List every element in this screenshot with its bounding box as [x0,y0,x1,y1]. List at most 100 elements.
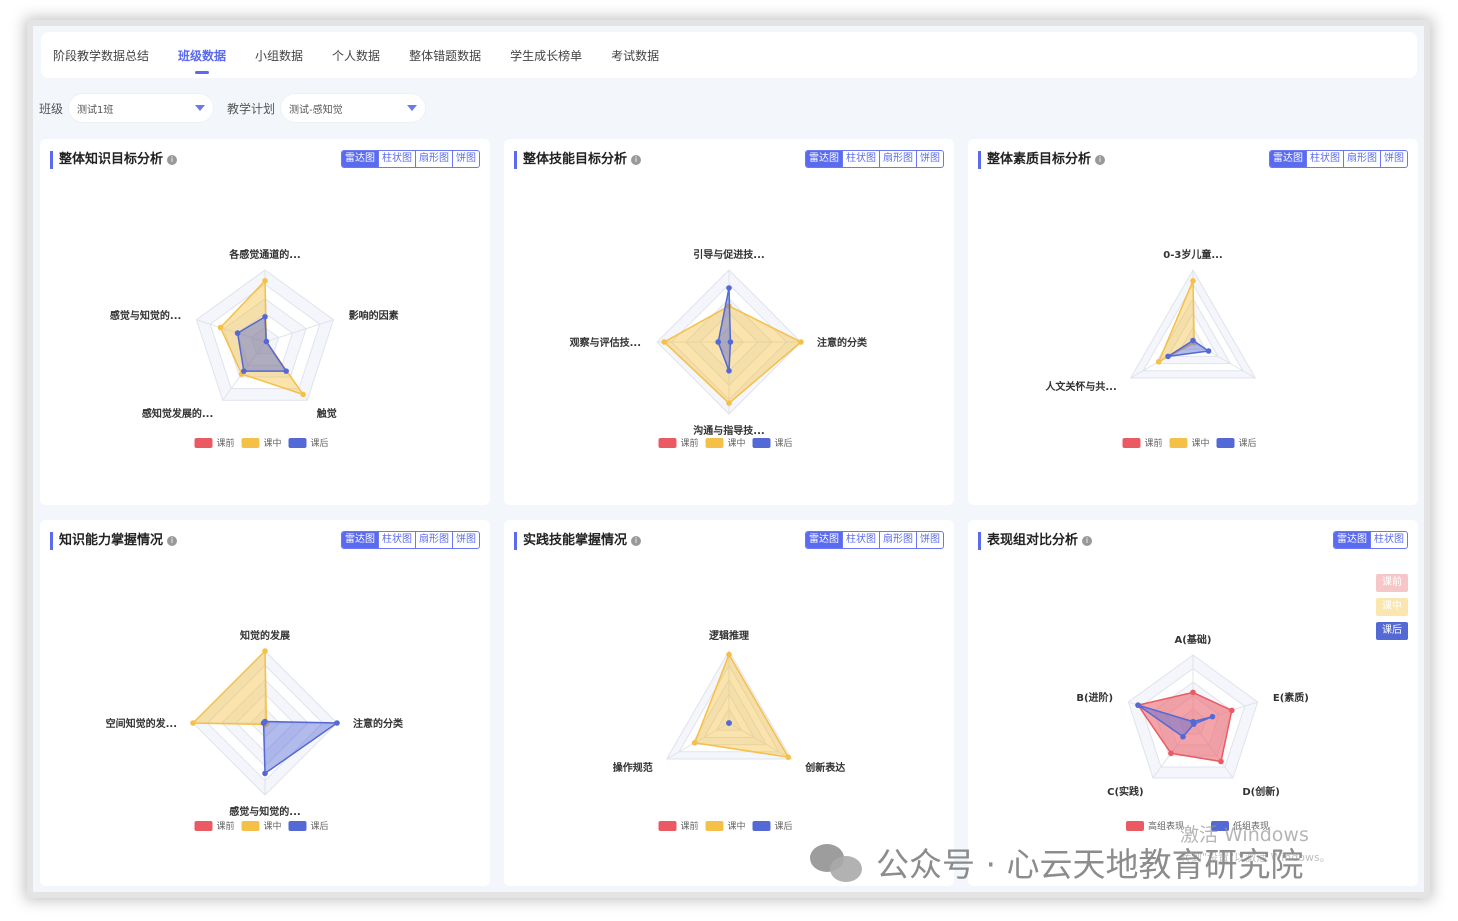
radar-data-point [241,368,247,374]
radar-data-point [1229,707,1235,714]
radar-data-point [785,754,792,760]
radar-data-point [1218,758,1224,765]
phase-toggle-legend: 课前 课中 课后 [1376,574,1408,640]
legend-label: 课中 [728,820,746,832]
tab-2[interactable]: 小组数据 [255,47,303,64]
radar-indicator-label: 触觉 [316,407,337,420]
tab-1[interactable]: 班级数据 [178,47,226,64]
radar-indicator-label: D(创新) [1242,785,1279,798]
radar-indicator-label: 0-3岁儿童... [1163,248,1222,261]
filter-bar: 班级 测试1班 教学计划 测试-感知觉 [39,94,439,122]
plan-select[interactable]: 测试-感知觉 [281,94,426,122]
wechat-icon [810,840,864,884]
radar-indicator-label: 引导与促进技... [693,248,764,261]
legend-swatch [241,821,260,831]
radar-indicator-label: A(基础) [1175,633,1212,646]
legend-swatch [194,438,213,448]
radar-data-point [1155,359,1162,365]
radar-series-area [191,649,268,726]
radar-indicator-label: 沟通与指导技... [693,424,764,437]
radar-data-point [262,278,268,284]
legend-label: 课后 [311,438,329,449]
radar-indicator-label: 感觉与知觉的... [110,309,181,322]
tab-4[interactable]: 整体错题数据 [409,47,481,64]
radar-data-point [1190,721,1197,727]
radar-data-point [798,339,804,345]
radar-data-point [300,391,306,398]
radar-indicator-label: 感觉与知觉的... [229,805,300,818]
radar-data-point [1190,278,1196,284]
radar-chart: 0-3岁儿童... 人文关怀与共... 课前 课中 课后 [1045,248,1257,449]
radar-data-point [190,720,196,726]
radar-indicator-label: 逻辑推理 [709,629,749,642]
radar-data-point [661,339,667,345]
radar-data-point [260,720,267,726]
legend-label: 课前 [217,820,235,832]
radar-data-point [726,285,732,291]
legend-label: 高组表现 [1148,820,1184,832]
legend-label: 课后 [1239,438,1257,449]
legend-swatch [288,438,307,448]
radar-data-point [234,330,241,336]
radar-data-point [1168,750,1174,757]
radar-indicator-label: E(素质) [1273,691,1309,704]
plan-select-value: 测试-感知觉 [289,104,343,116]
tab-3[interactable]: 个人数据 [332,47,380,64]
legend-label: 课中 [264,437,282,449]
radar-chart: 逻辑推理创新表达 操作规范课前 课中 课后 [613,629,845,832]
legend-swatch [241,438,260,448]
radar-data-point [262,648,268,654]
radar-data-point [1135,702,1141,708]
chart-card-1: 整体技能目标分析 i 雷达图 柱状图 扇形图 饼图 引导与促进技... 注意的分类 沟通与指导技… [504,139,954,505]
radar-indicator-label: B(进阶) [1076,691,1113,704]
legend-label: 课后 [775,438,793,449]
class-select-value: 测试1班 [77,104,114,116]
radar-indicator-label: 观察与评估技... [570,336,641,349]
radar-data-point [1190,689,1196,696]
plan-label: 教学计划 [227,101,276,116]
tab-0[interactable]: 阶段教学数据总结 [53,47,149,64]
chart-card-0: 整体知识目标分析 i 雷达图 柱状图 扇形图 饼图 各感觉通道的... 影响的因素 触觉 感知觉发… [40,139,490,505]
radar-data-point [691,740,698,746]
top-tab-bar: 阶段教学数据总结 班级数据 小组数据 个人数据 整体错题数据 学生成长榜单 考试数据 [41,32,1417,78]
radar-chart: 知觉的发展注意的分类感觉与知觉的... 空间知觉的发... 课前 课中 课后 [106,629,403,832]
tab-6[interactable]: 考试数据 [611,47,659,64]
radar-data-point [334,720,340,726]
radar-data-point [1205,348,1212,354]
radar-chart: 引导与促进技... 注意的分类沟通与指导技... 观察与评估技... 课前 课中 课后 [570,248,867,449]
radar-indicator-label: 各感觉通道的... [228,248,300,261]
legend-swatch [194,821,213,831]
caret-down-icon [195,105,206,111]
caret-down-icon [407,105,418,111]
radar-indicator-label: 影响的因素 [349,309,399,322]
class-label: 班级 [39,101,64,116]
class-select[interactable]: 测试1班 [69,94,214,122]
radar-data-point [715,339,721,345]
radar-indicator-label: C(实践) [1107,785,1143,798]
legend-label: 课后 [775,821,793,832]
radar-data-point [727,339,734,345]
radar-data-point [263,338,270,345]
activate-title: 激活 Windows [1180,824,1309,846]
activate-windows-notice: 激活 Windows 转到"设置"以激活 Windows。 [1180,820,1331,865]
radar-data-point [1180,733,1186,740]
legend-swatch [752,438,771,448]
phase-toggle-1[interactable]: 课中 [1376,598,1408,616]
legend-label: 课前 [681,437,699,449]
chart-card-3: 知识能力掌握情况 i 雷达图 柱状图 扇形图 饼图 知觉的发展 注意的分类 感觉与知觉的... 空… [40,520,490,886]
tab-5[interactable]: 学生成长榜单 [510,47,582,64]
legend-label: 课中 [264,820,282,832]
legend-swatch [1126,821,1144,831]
radar-series-area [262,720,340,775]
phase-toggle-0[interactable]: 课前 [1376,574,1408,592]
radar-data-point [726,400,732,407]
activate-subtitle: 转到"设置"以激活 Windows。 [1180,851,1331,864]
radar-indicator-label: 注意的分类 [353,717,403,730]
chart-card-4: 实践技能掌握情况 i 雷达图 柱状图 扇形图 饼图 逻辑推理 创新表达 操作规范 课前 课中 课后 [504,520,954,886]
radar-data-point [262,770,268,777]
legend-label: 课前 [217,437,235,449]
chart-card-2: 整体素质目标分析 i 雷达图 柱状图 扇形图 饼图 0-3岁儿童... 人文关怀与共... 课前… [968,139,1418,505]
phase-toggle-2[interactable]: 课后 [1376,622,1408,640]
radar-indicator-label: 知觉的发展 [239,629,290,642]
legend-swatch [658,438,677,448]
